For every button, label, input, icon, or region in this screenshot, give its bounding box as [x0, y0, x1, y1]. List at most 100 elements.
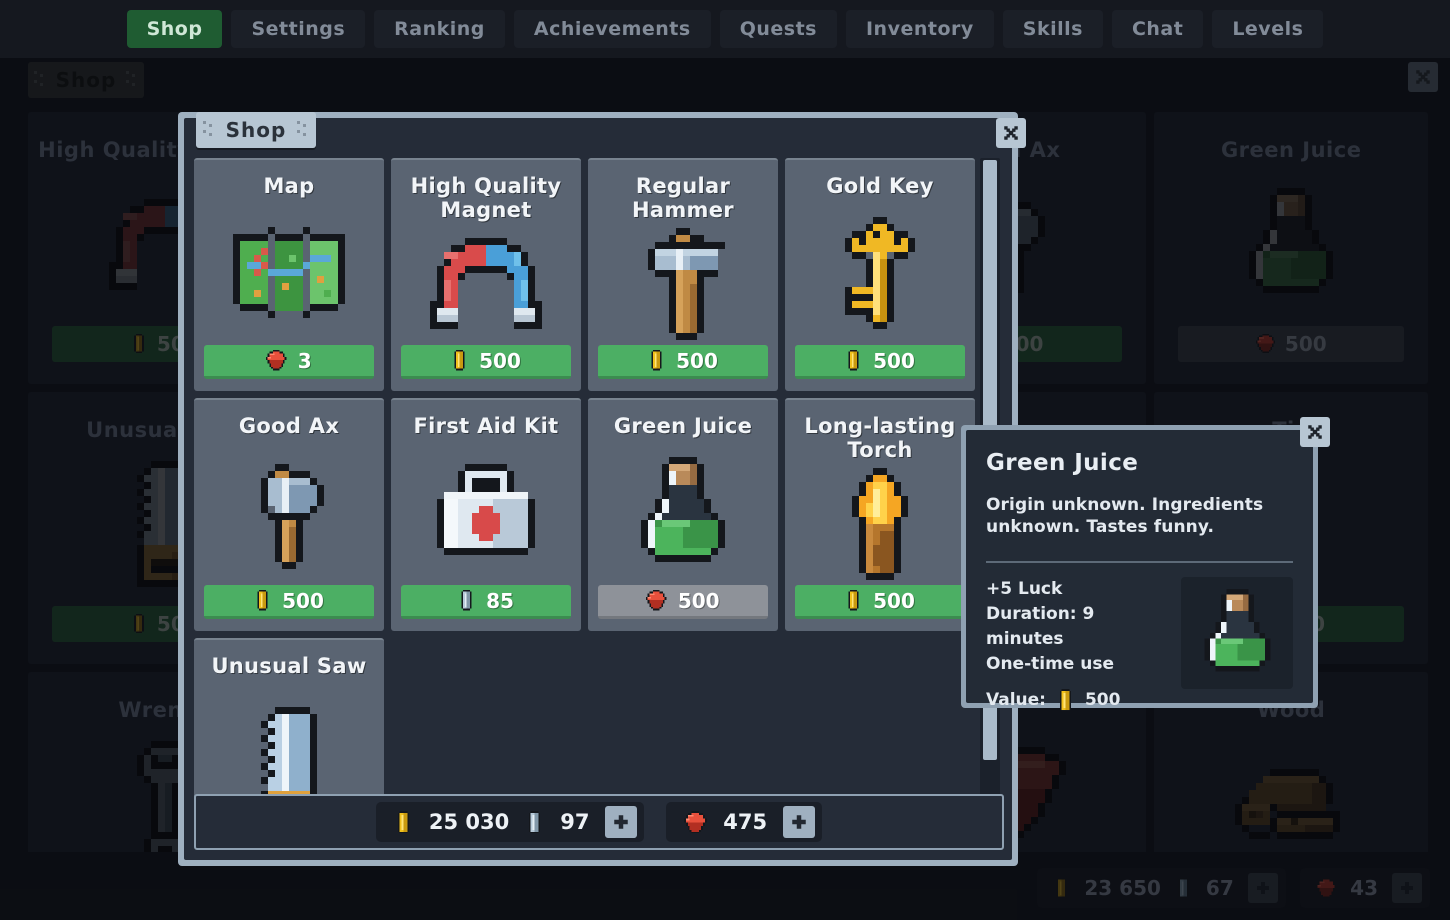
shop-item-card[interactable]: Gold Key500	[785, 158, 975, 391]
gold-coin-icon	[131, 614, 147, 633]
grip-dots-right	[297, 121, 309, 139]
silver-coin-icon	[1175, 878, 1192, 898]
background-currency-bar: 23 650 67 43	[1037, 868, 1430, 908]
wood-icon	[1154, 722, 1428, 852]
close-icon	[1002, 124, 1020, 142]
tooltip-item-thumbnail	[1181, 577, 1293, 689]
background-item-card[interactable]: Green Juice 500	[1154, 112, 1428, 384]
background-add-coins-button[interactable]	[1248, 873, 1278, 903]
shop-window: Map3High Quality Magnet500Regular Hammer…	[178, 112, 1018, 866]
shop-item-buy-button[interactable]: 85	[401, 585, 571, 619]
gem-icon	[1256, 334, 1275, 353]
shop-item-price: 500	[873, 589, 915, 613]
shop-item-buy-button[interactable]: 500	[598, 345, 768, 379]
shop-item-name: Long-lasting Torch	[795, 414, 965, 462]
background-window-title-bar[interactable]: Shop	[28, 62, 144, 98]
shop-item-card[interactable]: Green Juice500	[588, 398, 778, 631]
shop-add-gems-button[interactable]	[783, 806, 815, 838]
shop-window-close-button[interactable]	[996, 118, 1026, 148]
nav-tab-skills[interactable]: Skills	[1003, 10, 1103, 48]
gold-coin-icon	[648, 350, 665, 370]
nav-tab-levels[interactable]: Levels	[1212, 10, 1323, 48]
shop-item-price: 500	[678, 589, 720, 613]
tooltip-close-button[interactable]	[1300, 417, 1330, 447]
shop-item-buy-button[interactable]: 500	[598, 585, 768, 619]
grip-dots-right	[126, 71, 138, 89]
plus-icon	[612, 813, 630, 831]
gold-coin-icon	[1056, 689, 1075, 712]
shop-item-card[interactable]: Long-lasting Torch 500	[785, 398, 975, 631]
background-add-gems-button[interactable]	[1392, 873, 1422, 903]
background-window-close-button[interactable]	[1408, 62, 1438, 92]
shop-silver-amount: 97	[560, 810, 589, 834]
torch-icon	[838, 462, 922, 585]
gem-icon	[646, 590, 666, 610]
item-tooltip-body: Green Juice Origin unknown. Ingredients …	[966, 430, 1313, 703]
shop-item-price: 500	[873, 349, 915, 373]
shop-item-card[interactable]: High Quality Magnet 500	[391, 158, 581, 391]
tooltip-stat-line: Duration: 9 minutes	[986, 602, 1167, 652]
background-item-name: Green Juice	[1221, 138, 1362, 162]
close-icon	[1306, 423, 1324, 441]
gold-coin-icon	[845, 590, 862, 610]
shop-item-card[interactable]: Good Ax500	[194, 398, 384, 631]
nav-tab-label: Chat	[1132, 18, 1183, 40]
grip-dots-left	[203, 121, 215, 139]
nav-tab-label: Achievements	[534, 18, 691, 40]
shop-item-card[interactable]: First Aid Kit85	[391, 398, 581, 631]
shop-items-scroll-area[interactable]: Map3High Quality Magnet500Regular Hammer…	[194, 158, 984, 798]
top-navigation-bar: Shop Settings Ranking Achievements Quests Inv…	[0, 0, 1450, 58]
shop-item-name: Regular Hammer	[598, 174, 768, 222]
potion-icon	[634, 440, 732, 585]
shop-item-buy-button[interactable]: 3	[204, 345, 374, 379]
shop-item-card[interactable]: Regular Hammer 500	[588, 158, 778, 391]
shop-item-card[interactable]: Unusual Saw	[194, 638, 384, 798]
item-tooltip: Green Juice Origin unknown. Ingredients …	[961, 425, 1318, 708]
shop-gem-pill: 475	[666, 802, 822, 842]
nav-tab-label: Inventory	[866, 18, 974, 40]
gem-icon	[684, 811, 707, 834]
nav-tab-label: Shop	[147, 18, 203, 40]
shop-item-price: 85	[486, 589, 514, 613]
shop-item-buy-button[interactable]: 500	[401, 345, 571, 379]
gem-icon	[266, 350, 286, 370]
gold-coin-icon	[254, 590, 271, 610]
nav-tab-inventory[interactable]: Inventory	[846, 10, 994, 48]
nav-tab-achievements[interactable]: Achievements	[514, 10, 711, 48]
background-item-price: 500	[1285, 332, 1327, 356]
shop-add-coins-button[interactable]	[605, 806, 637, 838]
tooltip-item-description: Origin unknown. Ingredients unknown. Tas…	[986, 494, 1293, 539]
nav-tab-quests[interactable]: Quests	[720, 10, 837, 48]
gold-coin-icon	[1053, 878, 1070, 898]
tooltip-stats-list: +5 LuckDuration: 9 minutesOne-time useVa…	[986, 577, 1167, 713]
nav-tab-settings[interactable]: Settings	[231, 10, 365, 48]
axe-icon	[247, 440, 331, 585]
background-item-price-button[interactable]: 500	[1178, 326, 1404, 362]
nav-tab-chat[interactable]: Chat	[1112, 10, 1203, 48]
plus-icon	[1399, 880, 1415, 896]
shop-item-price: 500	[676, 349, 718, 373]
map-icon	[233, 200, 345, 345]
background-coin-pill: 23 650 67	[1037, 868, 1285, 908]
tooltip-value-amount: 500	[1085, 688, 1121, 713]
nav-tab-label: Settings	[251, 18, 345, 40]
shop-window-title: Shop	[226, 118, 287, 142]
gem-icon	[1316, 878, 1336, 898]
nav-tab-shop[interactable]: Shop	[127, 10, 223, 48]
shop-item-price: 3	[298, 349, 312, 373]
shop-item-name: High Quality Magnet	[401, 174, 571, 222]
shop-window-title-bar[interactable]: Shop	[196, 112, 316, 148]
tooltip-divider	[986, 561, 1293, 563]
shop-currency-bar: 25 030 97 475	[194, 794, 1004, 850]
nav-tab-ranking[interactable]: Ranking	[374, 10, 505, 48]
shop-item-price: 500	[282, 589, 324, 613]
saw-icon	[247, 680, 331, 798]
shop-item-buy-button[interactable]: 500	[204, 585, 374, 619]
gold-coin-icon	[845, 350, 862, 370]
shop-item-buy-button[interactable]: 500	[795, 585, 965, 619]
magnet-icon	[430, 222, 542, 345]
shop-item-price: 500	[479, 349, 521, 373]
shop-item-buy-button[interactable]: 500	[795, 345, 965, 379]
shop-item-name: Map	[263, 174, 314, 200]
shop-item-card[interactable]: Map 3	[194, 158, 384, 391]
